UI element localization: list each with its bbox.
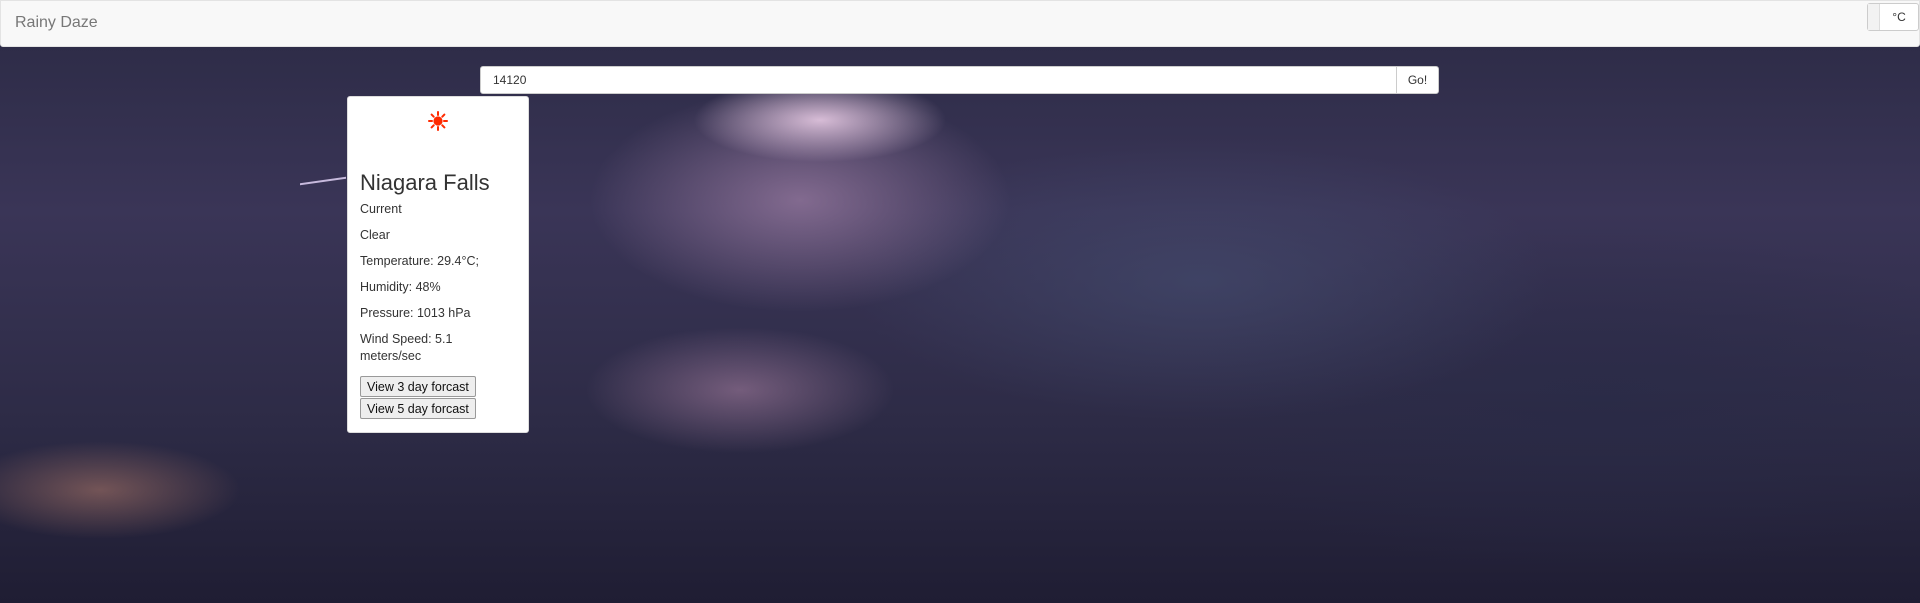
weather-card: Niagara Falls Current Clear Temperature:… [347,96,529,433]
sun-icon [428,111,448,131]
humidity-text: Humidity: 48% [360,280,441,294]
temperature-text: Temperature: 29.4°C; [360,254,479,268]
period-label: Current [360,202,402,216]
go-button[interactable]: Go! [1396,66,1439,94]
zip-search-input[interactable] [480,66,1397,94]
navbar: Rainy Daze °C [0,0,1920,47]
condition-text: Clear [360,228,390,242]
view-5-day-forecast-button[interactable]: View 5 day forcast [360,398,476,419]
unit-toggle[interactable]: °C [1867,3,1919,31]
wind-speed-text: Wind Speed: 5.1 meters/sec [360,332,453,363]
city-name: Niagara Falls [360,170,490,195]
toggle-knob[interactable] [1868,4,1880,30]
unit-label: °C [1892,10,1906,24]
view-3-day-forecast-button[interactable]: View 3 day forcast [360,376,476,397]
pressure-text: Pressure: 1013 hPa [360,306,471,320]
brand-title[interactable]: Rainy Daze [15,14,98,32]
lightning-bolt [300,176,346,192]
